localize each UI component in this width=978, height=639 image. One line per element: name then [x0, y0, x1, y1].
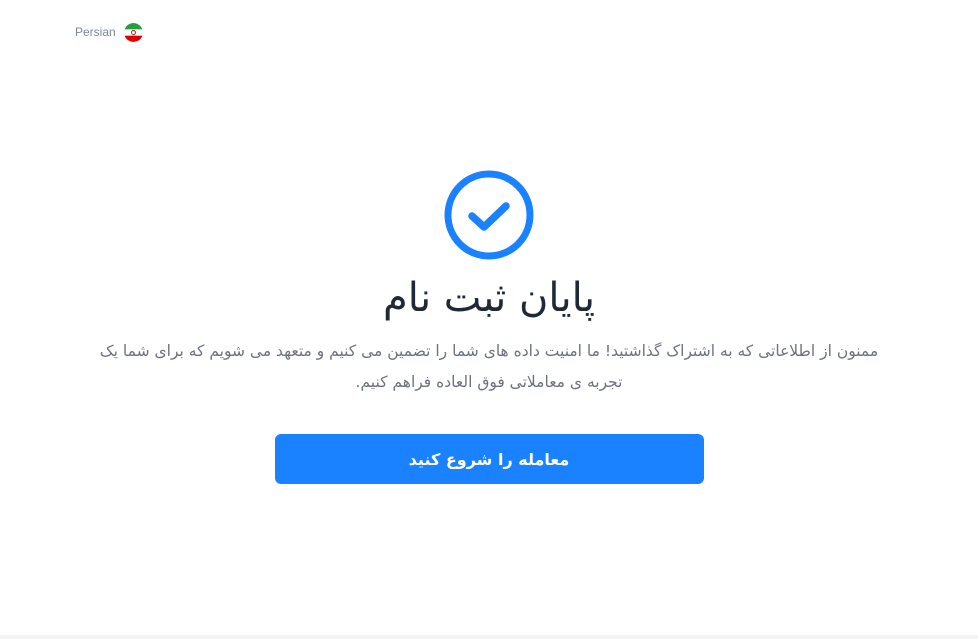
registration-complete-page: Persian پایان ثبت نام ممنون از اطلاعاتی … — [0, 0, 978, 639]
language-label: Persian — [75, 25, 116, 39]
start-trading-button[interactable]: معامله را شروع کنید — [274, 434, 704, 484]
footer-divider — [0, 635, 978, 639]
language-switcher[interactable]: Persian — [75, 22, 143, 42]
check-circle-icon — [444, 170, 534, 260]
iran-flag-icon — [123, 22, 143, 42]
page-title: پایان ثبت نام — [382, 275, 595, 321]
description-text: ممنون از اطلاعاتی که به اشتراک گذاشتید! … — [99, 342, 879, 391]
confirmation-panel: پایان ثبت نام ممنون از اطلاعاتی که به اش… — [0, 170, 978, 484]
